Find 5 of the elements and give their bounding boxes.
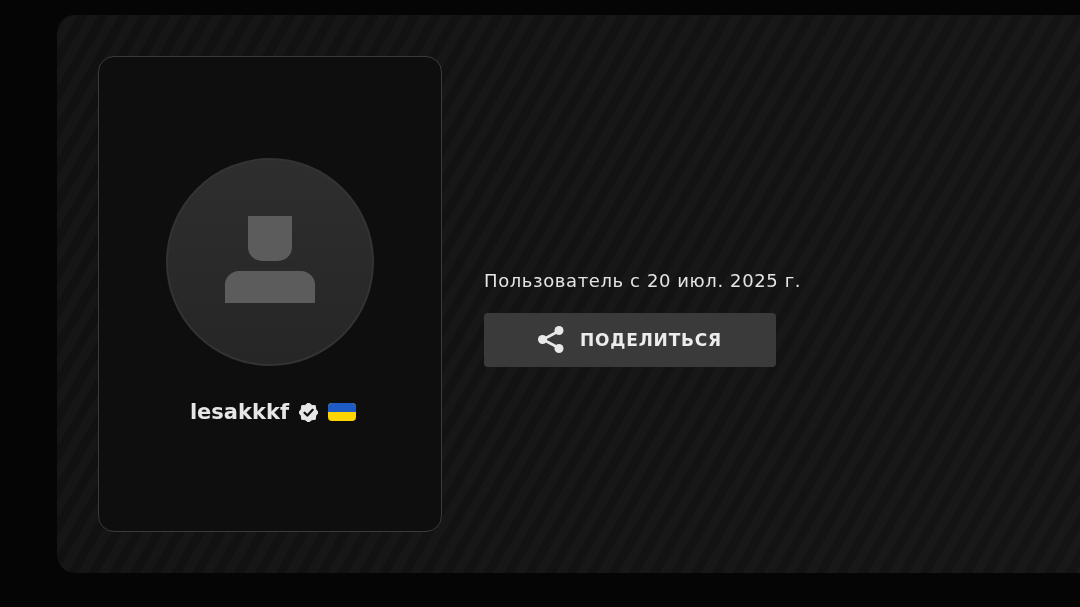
username: lesakkkf xyxy=(189,400,290,424)
share-button[interactable]: ПОДЕЛИТЬСЯ xyxy=(484,312,776,367)
flag-icon xyxy=(328,403,357,421)
member-since-text: Пользователь с 20 июл. 2025 г. xyxy=(484,268,802,293)
share-icon xyxy=(538,326,565,353)
